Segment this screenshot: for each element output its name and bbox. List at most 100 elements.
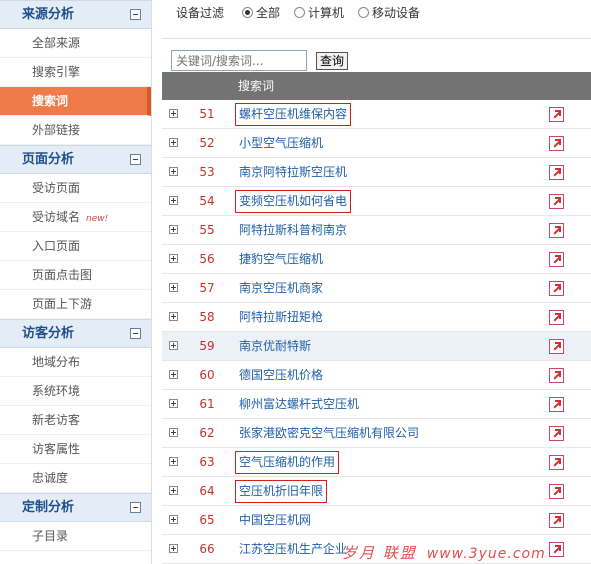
table-row: 58 阿特拉斯扭矩枪 [162, 303, 591, 332]
search-term-link[interactable]: 小型空气压缩机 [239, 129, 323, 157]
expand-icon[interactable] [169, 283, 178, 292]
search-term-link[interactable]: 捷豹空气压缩机 [239, 245, 323, 273]
external-link-icon[interactable] [549, 368, 564, 383]
column-header-term[interactable]: 搜索词 [238, 72, 274, 100]
section-header-source[interactable]: 来源分析 [0, 0, 151, 29]
search-term-link[interactable]: 阿特拉斯科普柯南京 [239, 216, 347, 244]
external-link-icon[interactable] [549, 281, 564, 296]
external-link-icon[interactable] [549, 136, 564, 151]
sidebar-item-visitor-attributes[interactable]: 访客属性 [0, 435, 151, 464]
sidebar-item-all-sources[interactable]: 全部来源 [0, 29, 151, 58]
expand-icon[interactable] [169, 399, 178, 408]
row-number: 58 [199, 310, 215, 324]
sidebar-item-page-flow[interactable]: 页面上下游 [0, 290, 151, 319]
row-number: 53 [199, 165, 215, 179]
search-terms-table: 搜索词 51 螺杆空压机维保内容 52 小型空气压缩机 53 南京阿特拉斯空压机 54 变频空… [162, 72, 591, 564]
external-link-icon[interactable] [549, 107, 564, 122]
search-term-link[interactable]: 南京阿特拉斯空压机 [239, 158, 347, 186]
external-link-icon[interactable] [549, 484, 564, 499]
expand-icon[interactable] [169, 341, 178, 350]
new-badge: new! [86, 214, 109, 224]
sidebar-item-visited-pages[interactable]: 受访页面 [0, 174, 151, 203]
search-input[interactable] [171, 50, 307, 71]
external-link-icon[interactable] [549, 165, 564, 180]
sidebar: 来源分析 全部来源 搜索引擎 搜索词 外部链接 页面分析 受访页面 受访域名 ne… [0, 0, 152, 564]
table-row: 61 柳州富达螺杆式空压机 [162, 390, 591, 419]
radio-label: 全部 [256, 5, 281, 20]
filter-option-computer[interactable]: 计算机 [294, 4, 344, 21]
search-term-link[interactable]: 变频空压机如何省电 [235, 190, 352, 213]
external-link-icon[interactable] [549, 252, 564, 267]
expand-icon[interactable] [169, 428, 178, 437]
external-link-icon[interactable] [549, 339, 564, 354]
external-link-icon[interactable] [549, 455, 564, 470]
filter-option-all[interactable]: 全部 [242, 4, 280, 21]
expand-icon[interactable] [169, 138, 178, 147]
section-header-visitors[interactable]: 访客分析 [0, 319, 151, 348]
expand-icon[interactable] [169, 225, 178, 234]
search-term-link[interactable]: 南京空压机商家 [239, 274, 323, 302]
search-term-link[interactable]: 南京优耐特斯 [239, 332, 311, 360]
query-button[interactable]: 查询 [316, 51, 349, 70]
search-term-link[interactable]: 空压机折旧年限 [235, 480, 328, 503]
sidebar-item-entry-pages[interactable]: 入口页面 [0, 232, 151, 261]
section-title: 来源分析 [22, 7, 75, 22]
divider [162, 38, 591, 39]
search-term-link[interactable]: 德国空压机价格 [239, 361, 323, 389]
expand-icon[interactable] [169, 544, 178, 553]
radio-icon[interactable] [358, 6, 370, 18]
expand-icon[interactable] [169, 515, 178, 524]
table-row: 54 变频空压机如何省电 [162, 187, 591, 216]
main-content: 设备过滤 全部 计算机 移动设备 查询 搜索词 51螺杆空压机维保内容52小 [152, 0, 591, 564]
row-number: 66 [199, 542, 215, 556]
expand-icon[interactable] [169, 312, 178, 321]
sidebar-item-external-links[interactable]: 外部链接 [0, 116, 151, 145]
collapse-icon[interactable] [130, 502, 141, 513]
sidebar-item-search-terms[interactable]: 搜索词 [0, 87, 151, 116]
table-header: 搜索词 [162, 72, 591, 100]
expand-icon[interactable] [169, 167, 178, 176]
collapse-icon[interactable] [130, 9, 141, 20]
search-bar: 查询 [171, 50, 349, 71]
external-link-icon[interactable] [549, 542, 564, 557]
sidebar-item-visited-domains[interactable]: 受访域名 new! [0, 203, 151, 232]
collapse-icon[interactable] [130, 154, 141, 165]
row-number: 51 [199, 107, 215, 121]
sidebar-item-search-engines[interactable]: 搜索引擎 [0, 58, 151, 87]
expand-icon[interactable] [169, 457, 178, 466]
search-term-link[interactable]: 柳州富达螺杆式空压机 [239, 390, 359, 418]
search-term-link[interactable]: 张家港欧密克空气压缩机有限公司 [239, 419, 419, 447]
table-row: 55 阿特拉斯科普柯南京 [162, 216, 591, 245]
sidebar-item-new-returning[interactable]: 新老访客 [0, 406, 151, 435]
table-row: 64 空压机折旧年限 [162, 477, 591, 506]
external-link-icon[interactable] [549, 310, 564, 325]
search-term-link[interactable]: 空气压缩机的作用 [235, 451, 340, 474]
external-link-icon[interactable] [549, 223, 564, 238]
expand-icon[interactable] [169, 370, 178, 379]
search-term-link[interactable]: 阿特拉斯扭矩枪 [239, 303, 323, 331]
external-link-icon[interactable] [549, 397, 564, 412]
expand-icon[interactable] [169, 109, 178, 118]
expand-icon[interactable] [169, 196, 178, 205]
sidebar-item-loyalty[interactable]: 忠诚度 [0, 464, 151, 493]
external-link-icon[interactable] [549, 426, 564, 441]
radio-icon[interactable] [294, 6, 306, 18]
expand-icon[interactable] [169, 254, 178, 263]
search-term-link[interactable]: 中国空压机网 [239, 506, 311, 534]
collapse-icon[interactable] [130, 328, 141, 339]
radio-checked-icon[interactable] [242, 6, 254, 18]
section-header-pages[interactable]: 页面分析 [0, 145, 151, 174]
section-header-custom[interactable]: 定制分析 [0, 493, 151, 522]
filter-option-mobile[interactable]: 移动设备 [358, 4, 420, 21]
sidebar-item-click-map[interactable]: 页面点击图 [0, 261, 151, 290]
external-link-icon[interactable] [549, 194, 564, 209]
sidebar-item-geo[interactable]: 地域分布 [0, 348, 151, 377]
table-row: 52 小型空气压缩机 [162, 129, 591, 158]
expand-icon[interactable] [169, 486, 178, 495]
radio-label: 移动设备 [372, 5, 421, 20]
search-term-link[interactable]: 江苏空压机生产企业 [239, 535, 347, 563]
external-link-icon[interactable] [549, 513, 564, 528]
search-term-link[interactable]: 螺杆空压机维保内容 [235, 103, 352, 126]
sidebar-item-system-env[interactable]: 系统环境 [0, 377, 151, 406]
sidebar-item-subdirectory[interactable]: 子目录 [0, 522, 151, 551]
